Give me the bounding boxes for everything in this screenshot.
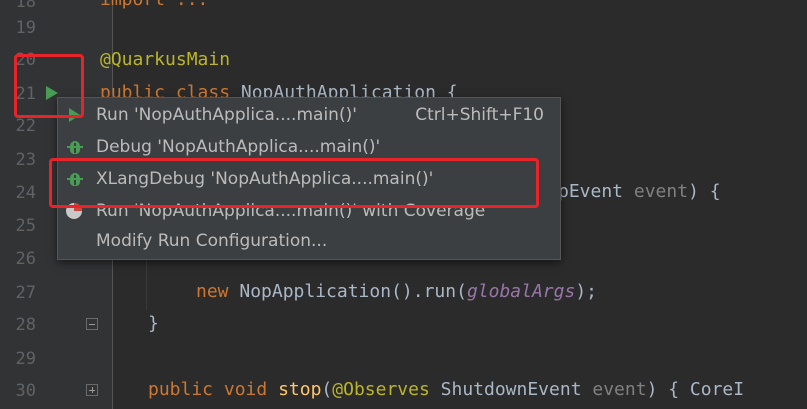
open-paren: ( — [321, 379, 333, 400]
menu-item-label: Run 'NopAuthApplica....main()' — [96, 105, 357, 125]
observes-annotation: @Observes — [332, 379, 430, 400]
highlight-box-run-icon — [14, 54, 84, 118]
global-args-var: globalArgs — [466, 281, 576, 302]
keyword-public-void: public void — [148, 379, 268, 400]
line-number: 22 — [15, 116, 36, 136]
menu-item-modify-run-config[interactable]: Modify Run Configuration... — [58, 226, 560, 256]
line-number: 23 — [15, 150, 36, 170]
code-line-18: import ... — [100, 0, 208, 11]
line-number: 18 — [15, 0, 36, 12]
code-line-30: public void stop(@Observes ShutdownEvent… — [148, 379, 744, 401]
code-line-24: pEvent event) { — [558, 181, 721, 203]
menu-item-label: Modify Run Configuration... — [96, 231, 328, 251]
line-number: 26 — [15, 249, 36, 269]
import-statement: import ... — [100, 0, 208, 10]
quarkus-main-annotation: @QuarkusMain — [100, 49, 231, 70]
code-brace: ) { — [688, 181, 721, 202]
closing-brace: } — [148, 313, 159, 334]
line-number: 30 — [15, 381, 36, 401]
line-number: 27 — [15, 283, 36, 303]
line-number: 28 — [15, 315, 36, 335]
fold-plus-icon[interactable] — [86, 384, 98, 396]
code-line-20: @QuarkusMain — [100, 49, 230, 71]
line-number: 25 — [15, 216, 36, 236]
param-name: event — [633, 181, 689, 202]
param-name: event — [592, 379, 647, 400]
debug-icon — [66, 139, 84, 155]
code-tail: ) { CoreI — [646, 379, 745, 400]
call-expression: NopApplication().run( — [228, 281, 467, 302]
method-name-stop: stop — [278, 379, 322, 400]
line-number: 19 — [15, 18, 36, 38]
keyword-new: new — [196, 281, 229, 302]
menu-item-run[interactable]: Run 'NopAuthApplica....main()' Ctrl+Shif… — [58, 100, 560, 130]
line-number: 29 — [15, 349, 36, 369]
call-end: ); — [575, 281, 597, 302]
menu-item-shortcut: Ctrl+Shift+F10 — [415, 105, 544, 125]
code-line-27: new NopApplication().run(globalArgs); — [196, 281, 597, 303]
code-line-28: } — [148, 313, 159, 335]
param-type-tail: pEvent — [558, 181, 624, 202]
fold-minus-icon[interactable] — [86, 318, 98, 330]
shutdown-event-type: ShutdownEvent — [429, 379, 593, 400]
line-number: 24 — [15, 183, 36, 203]
highlight-box-xlang-debug — [49, 158, 539, 208]
